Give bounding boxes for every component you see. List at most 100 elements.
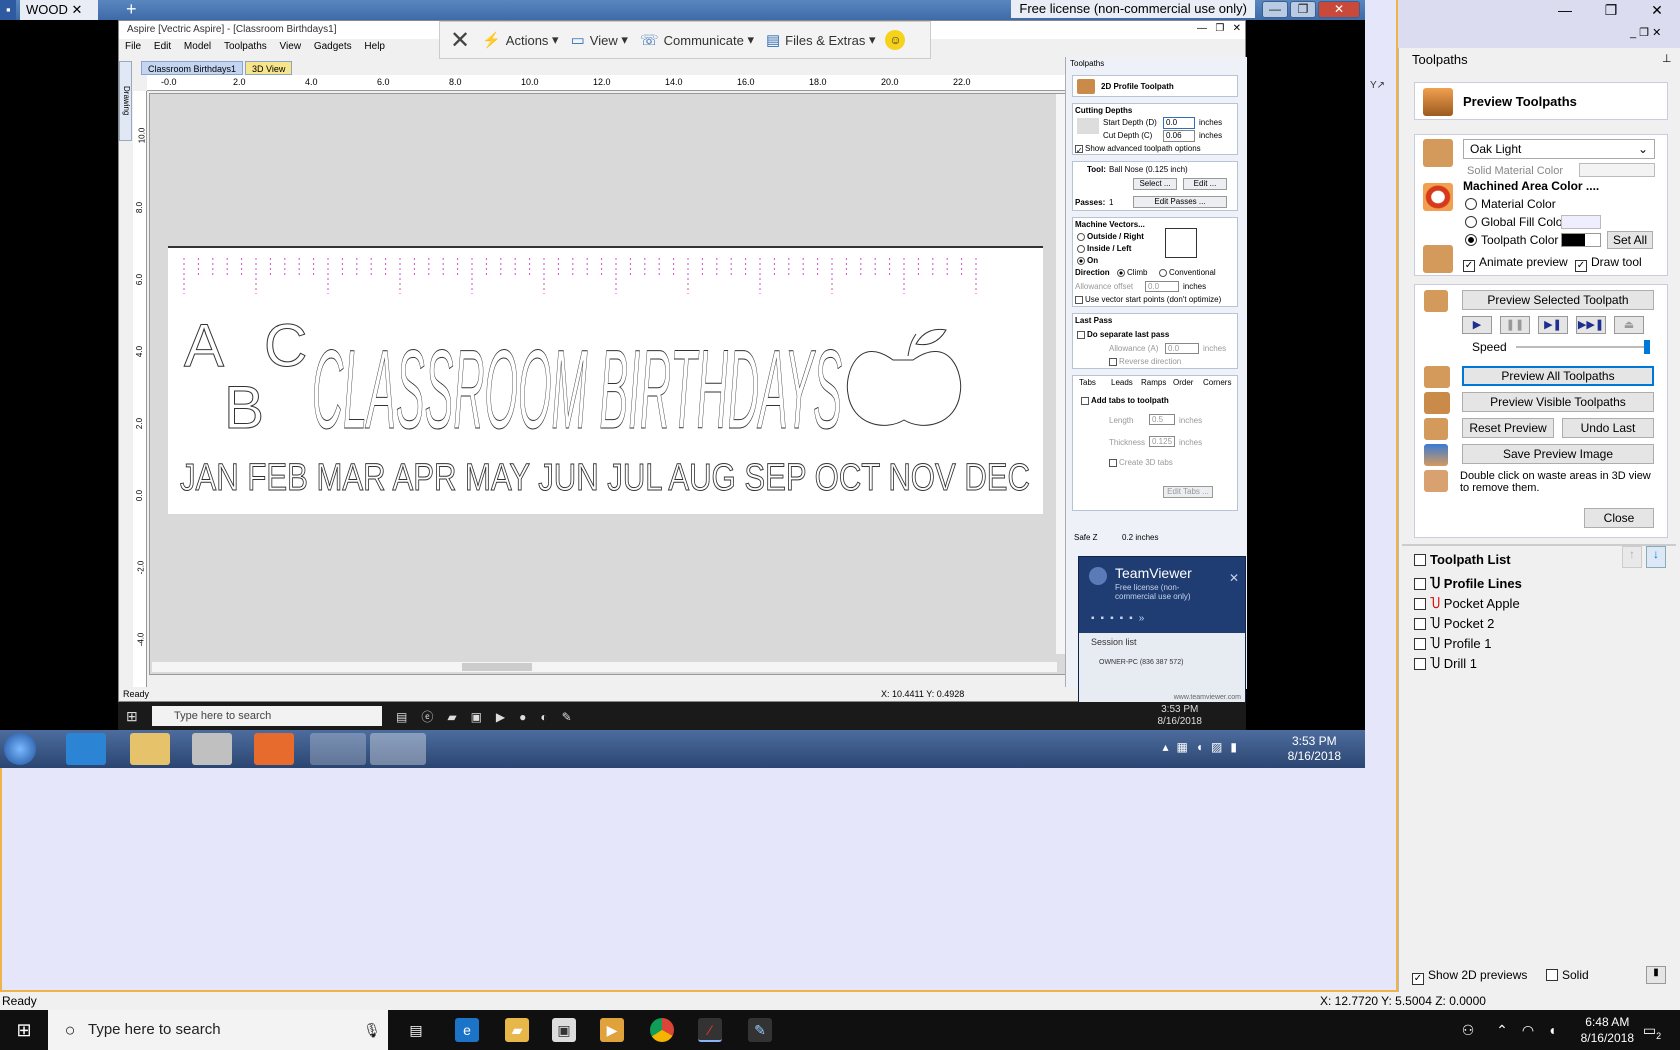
outside-right-radio[interactable]: Outside / Right — [1077, 232, 1144, 241]
checkbox[interactable] — [1077, 330, 1085, 339]
teamviewer-taskbar-icon[interactable] — [370, 733, 426, 765]
menu-model[interactable]: Model — [184, 41, 211, 52]
radio[interactable] — [1077, 244, 1085, 253]
add-tabs-checkbox[interactable]: Add tabs to toolpath — [1081, 396, 1169, 405]
aspire-window[interactable]: Aspire [Vectric Aspire] - [Classroom Bir… — [118, 20, 1247, 702]
radio-selected[interactable] — [1117, 268, 1125, 277]
toolpath-item[interactable]: Ⴎ Profile Lines — [1414, 576, 1522, 592]
taskbar-search-box[interactable]: Type here to search — [48, 1010, 388, 1050]
material-dropdown[interactable]: Oak Light ⌄ — [1463, 139, 1655, 159]
close-icon[interactable]: ✕ — [1229, 571, 1239, 585]
tab-corners[interactable]: Corners — [1203, 378, 1231, 387]
windows-start-icon[interactable]: ⊞ — [12, 1018, 36, 1042]
windows-start-icon[interactable]: ⊞ — [126, 708, 138, 725]
files-extras-button[interactable]: ▤ Files & Extras ▾ — [766, 31, 876, 49]
radio[interactable] — [1077, 232, 1085, 241]
edit-tabs-button[interactable]: Edit Tabs ... — [1163, 486, 1213, 498]
checkbox-checked[interactable]: ✓ — [1463, 260, 1475, 272]
tab-leads[interactable]: Leads — [1111, 378, 1133, 387]
tab-order[interactable]: Order — [1173, 378, 1193, 387]
toolpath-item[interactable]: Ⴎ Pocket Apple — [1414, 596, 1520, 612]
show-advanced-checkbox[interactable]: ✓ Show advanced toolpath options — [1075, 144, 1201, 155]
toolpath-item[interactable]: Ⴎ Pocket 2 — [1414, 616, 1494, 632]
aspire-taskbar-icon[interactable] — [310, 733, 366, 765]
win7-tray-icons[interactable]: ▴▦◖▨▮ — [1162, 740, 1245, 754]
apple-vector[interactable] — [846, 328, 962, 426]
checkbox[interactable] — [1414, 598, 1426, 610]
menu-gadgets[interactable]: Gadgets — [314, 41, 352, 52]
checkbox-checked[interactable]: ✓ — [1575, 260, 1587, 272]
separate-last-checkbox[interactable]: Do separate last pass — [1077, 330, 1169, 339]
tab-thickness-input[interactable]: 0.125 — [1149, 436, 1175, 447]
radio[interactable] — [1159, 268, 1167, 277]
docked-panel-controls[interactable]: _ ❐ ✕ — [1630, 26, 1661, 39]
checkbox[interactable] — [1075, 295, 1083, 304]
global-fill-color-radio[interactable]: Global Fill Color — [1465, 215, 1566, 229]
checkbox[interactable] — [1414, 658, 1426, 670]
speed-slider-thumb[interactable] — [1644, 340, 1650, 354]
radio[interactable] — [1465, 198, 1477, 210]
classroom-birthdays-text[interactable]: CLASSROOM BIRTHDAYS — [312, 327, 843, 453]
tool-select-button[interactable]: Select ... — [1133, 178, 1177, 190]
eject-icon[interactable]: ⏏ — [1614, 316, 1644, 334]
radio[interactable] — [1465, 216, 1477, 228]
aspire-window-controls[interactable]: — ❐ ✕ — [1197, 23, 1241, 34]
communicate-button[interactable]: ☏ Communicate ▾ — [640, 31, 754, 49]
menu-help[interactable]: Help — [364, 41, 385, 52]
climb-radio[interactable]: Climb — [1117, 268, 1147, 277]
aspire-icon[interactable]: ⁄ — [698, 1018, 722, 1042]
global-fill-color-picker[interactable] — [1561, 215, 1601, 229]
teamviewer-quick-icons[interactable]: ▪▪▪▪▪» — [1091, 613, 1150, 624]
remote-close-button[interactable]: ✕ — [1318, 1, 1360, 18]
close-session-icon[interactable]: ✕ — [450, 26, 470, 55]
letter-b[interactable]: B — [224, 374, 265, 442]
minimize-icon[interactable]: — — [1542, 0, 1588, 20]
people-icon[interactable]: ⚇ — [1456, 1018, 1480, 1042]
view-button[interactable]: ▭ View ▾ — [571, 31, 628, 49]
menu-view[interactable]: View — [280, 41, 302, 52]
toolpath-color-radio[interactable]: Toolpath Color — [1465, 233, 1558, 247]
media-player-icon[interactable] — [192, 733, 232, 765]
close-icon[interactable]: ✕ — [1634, 0, 1680, 20]
toolpath-item[interactable]: Ⴎ Drill 1 — [1414, 656, 1477, 672]
preview-selected-button[interactable]: Preview Selected Toolpath — [1462, 290, 1654, 310]
restore-icon[interactable]: ❐ — [1290, 1, 1316, 18]
volume-icon[interactable]: ◖ — [1540, 1018, 1564, 1042]
radio-selected[interactable] — [1465, 234, 1477, 246]
checkbox[interactable] — [1109, 357, 1117, 366]
vector-start-checkbox[interactable]: Use vector start points (don't optimize) — [1075, 295, 1221, 304]
scrollbar-thumb[interactable] — [462, 663, 532, 671]
tool-edit-button[interactable]: Edit ... — [1183, 178, 1227, 190]
teamviewer-url[interactable]: www.teamviewer.com — [1174, 694, 1241, 701]
save-preview-image-button[interactable]: Save Preview Image — [1462, 444, 1654, 464]
checkbox-checked[interactable]: ✓ — [1412, 973, 1424, 985]
tray-chevron-icon[interactable]: ⌃ — [1490, 1018, 1514, 1042]
paint-icon[interactable]: ✎ — [748, 1018, 772, 1042]
task-view-icon[interactable]: ▤ — [404, 1018, 428, 1042]
remote-taskbar-apps[interactable]: ▤ⓔ▰▣▶●◐✎ — [396, 708, 586, 725]
add-tab-icon[interactable]: + — [120, 0, 143, 20]
animate-preview-checkbox[interactable]: ✓ Animate preview — [1463, 255, 1568, 272]
microphone-icon[interactable]: 🎙 — [360, 1018, 384, 1042]
remote-session-window[interactable]: ▪ WOOD ✕ + Free license (non-commercial … — [0, 0, 1365, 768]
allowance-offset-input[interactable]: 0.0 — [1145, 281, 1179, 292]
actions-button[interactable]: ⚡ Actions ▾ — [482, 31, 558, 49]
step-forward-icon[interactable]: ▶❚ — [1538, 316, 1568, 334]
tab-ramps[interactable]: Ramps — [1141, 378, 1166, 387]
pause-icon[interactable]: ❚❚ — [1500, 316, 1530, 334]
letter-c[interactable]: C — [264, 312, 308, 380]
feedback-smiley-icon[interactable]: ☺ — [885, 30, 906, 50]
remote-search-box[interactable]: Type here to search — [152, 706, 382, 726]
inside-left-radio[interactable]: Inside / Left — [1077, 244, 1131, 253]
chrome-icon[interactable] — [650, 1018, 674, 1042]
drawing-side-tab[interactable]: Drawing — [119, 61, 132, 141]
reverse-direction-checkbox[interactable]: Reverse direction — [1109, 357, 1181, 366]
radio-selected[interactable] — [1077, 256, 1085, 265]
tab-tabs[interactable]: Tabs — [1079, 378, 1096, 387]
toolpath-color-picker[interactable] — [1561, 233, 1601, 247]
edit-passes-button[interactable]: Edit Passes ... — [1133, 196, 1227, 208]
move-up-icon[interactable]: ↑ — [1622, 546, 1642, 568]
media-icon[interactable]: ▶ — [600, 1018, 624, 1042]
preview-all-button[interactable]: Preview All Toolpaths — [1462, 366, 1654, 386]
checkbox[interactable] — [1546, 969, 1558, 981]
